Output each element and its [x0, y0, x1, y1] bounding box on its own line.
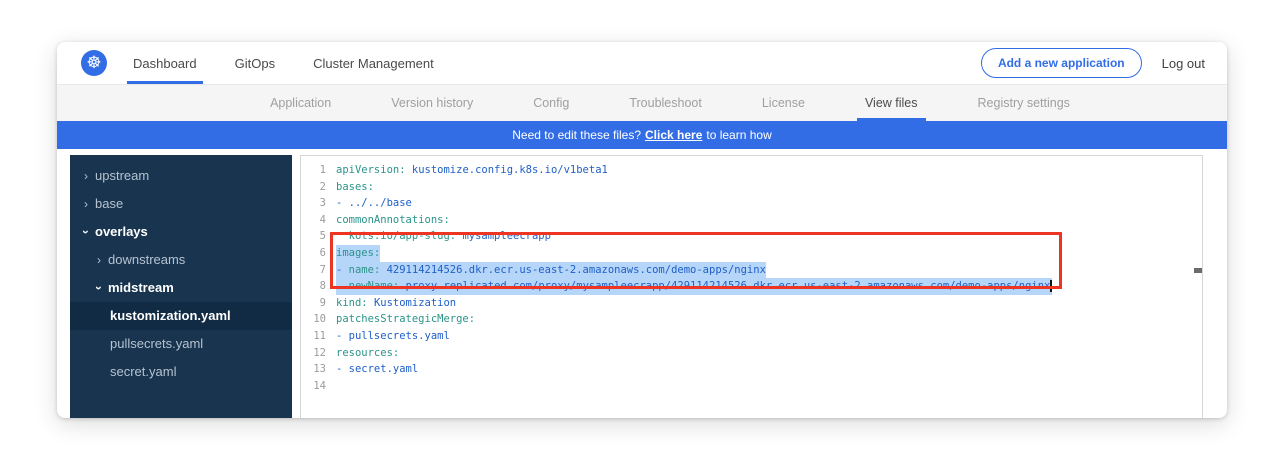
code-text: kind: Kustomization [336, 295, 456, 312]
chevron-right-icon: › [84, 190, 88, 218]
add-new-application-button[interactable]: Add a new application [981, 48, 1142, 78]
tree-file-kustomization-yaml[interactable]: kustomization.yaml [70, 302, 292, 330]
click-here-link[interactable]: Click here [645, 128, 702, 142]
view-files-content: ›upstream›base›overlays›downstreams›mids… [57, 149, 1227, 418]
line-number: 7 [301, 262, 326, 279]
line-number: 9 [301, 295, 326, 312]
tree-item-label: secret.yaml [110, 364, 176, 379]
line-number: 4 [301, 212, 326, 229]
line-number: 1 [301, 162, 326, 179]
banner-text-suffix: to learn how [706, 128, 771, 142]
edit-files-banner: Need to edit these files? Click here to … [57, 121, 1227, 149]
code-lines: 1 apiVersion: kustomize.config.k8s.io/v1b… [301, 156, 1202, 394]
admin-console-window: ☸ Dashboard GitOps Cluster Management Add … [57, 42, 1227, 418]
code-text: images: [336, 245, 380, 262]
code-line-5: 5 kots.io/app-slug: mysampleecrapp [301, 228, 1202, 245]
code-line-12: 12 resources: [301, 345, 1202, 362]
top-tab-gitops[interactable]: GitOps [229, 42, 281, 84]
chevron-right-icon: › [84, 162, 88, 190]
page-background: ☸ Dashboard GitOps Cluster Management Add … [0, 0, 1286, 476]
tree-item-label: midstream [108, 280, 174, 295]
tree-item-label: kustomization.yaml [110, 308, 231, 323]
top-nav-actions: Add a new application Log out [981, 42, 1227, 84]
chevron-down-icon: › [85, 286, 113, 290]
chevron-down-icon: › [72, 230, 100, 234]
kubernetes-logo-icon: ☸ [81, 50, 107, 76]
text-cursor [1050, 280, 1052, 292]
line-number: 5 [301, 228, 326, 245]
code-line-6: 6 images: [301, 245, 1202, 262]
code-text: patchesStrategicMerge: [336, 311, 475, 328]
logout-link[interactable]: Log out [1162, 56, 1205, 71]
scrollbar-thumb[interactable] [1194, 268, 1203, 273]
line-number: 2 [301, 179, 326, 196]
code-line-9: 9 kind: Kustomization [301, 295, 1202, 312]
code-line-14: 14 [301, 378, 1202, 395]
top-tab-cluster-management[interactable]: Cluster Management [307, 42, 440, 84]
tree-folder-midstream[interactable]: ›midstream [70, 274, 292, 302]
code-text: bases: [336, 179, 374, 196]
app-subnav-tabs: Application Version history Config Troubles… [240, 85, 1100, 121]
code-text: - pullsecrets.yaml [336, 328, 450, 345]
app-subnav: Application Version history Config Troubles… [57, 85, 1227, 121]
code-line-7: 7 - name: 429114214526.dkr.ecr.us-east-2.… [301, 262, 1202, 279]
line-number: 6 [301, 245, 326, 262]
code-line-3: 3 - ../../base [301, 195, 1202, 212]
subnav-tab-registry-settings[interactable]: Registry settings [970, 85, 1078, 121]
tree-file-pullsecrets-yaml[interactable]: pullsecrets.yaml [70, 330, 292, 358]
code-line-2: 2 bases: [301, 179, 1202, 196]
line-number: 3 [301, 195, 326, 212]
code-text: resources: [336, 345, 399, 362]
line-number: 14 [301, 378, 326, 395]
code-line-11: 11 - pullsecrets.yaml [301, 328, 1202, 345]
chevron-right-icon: › [97, 246, 101, 274]
code-line-10: 10 patchesStrategicMerge: [301, 311, 1202, 328]
subnav-tab-application[interactable]: Application [262, 85, 339, 121]
code-text: kots.io/app-slug: mysampleecrapp [336, 228, 551, 245]
code-text: commonAnnotations: [336, 212, 450, 229]
tree-item-label: upstream [95, 168, 149, 183]
line-number: 11 [301, 328, 326, 345]
file-tree: ›upstream›base›overlays›downstreams›mids… [70, 155, 292, 418]
tree-folder-downstreams[interactable]: › downstreams [70, 246, 292, 274]
code-editor[interactable]: 1 apiVersion: kustomize.config.k8s.io/v1b… [300, 155, 1203, 418]
code-text: newName: proxy.replicated.com/proxy/mysa… [336, 278, 1052, 295]
banner-text-prefix: Need to edit these files? [512, 128, 641, 142]
subnav-tab-troubleshoot[interactable]: Troubleshoot [621, 85, 710, 121]
tree-folder-overlays[interactable]: ›overlays [70, 218, 292, 246]
code-line-4: 4 commonAnnotations: [301, 212, 1202, 229]
code-line-8: 8 newName: proxy.replicated.com/proxy/my… [301, 278, 1202, 295]
line-number: 10 [301, 311, 326, 328]
subnav-tab-config[interactable]: Config [525, 85, 577, 121]
line-number: 13 [301, 361, 326, 378]
subnav-tab-version-history[interactable]: Version history [383, 85, 481, 121]
tree-item-label: base [95, 196, 123, 211]
top-nav-tabs: Dashboard GitOps Cluster Management [127, 42, 466, 84]
line-number: 12 [301, 345, 326, 362]
top-tab-dashboard[interactable]: Dashboard [127, 42, 203, 84]
tree-folder-upstream[interactable]: › upstream [70, 162, 292, 190]
tree-folder-base[interactable]: › base [70, 190, 292, 218]
tree-item-label: pullsecrets.yaml [110, 336, 203, 351]
code-line-13: 13 - secret.yaml [301, 361, 1202, 378]
top-nav: ☸ Dashboard GitOps Cluster Management Add … [57, 42, 1227, 85]
code-text: - secret.yaml [336, 361, 418, 378]
code-line-1: 1 apiVersion: kustomize.config.k8s.io/v1b… [301, 162, 1202, 179]
code-text: - name: 429114214526.dkr.ecr.us-east-2.a… [336, 262, 766, 279]
tree-file-secret-yaml[interactable]: secret.yaml [70, 358, 292, 386]
line-number: 8 [301, 278, 326, 295]
code-text: apiVersion: kustomize.config.k8s.io/v1be… [336, 162, 608, 179]
subnav-tab-view-files[interactable]: View files [857, 85, 926, 121]
code-text: - ../../base [336, 195, 412, 212]
tree-item-label: downstreams [108, 252, 185, 267]
tree-item-label: overlays [95, 224, 148, 239]
subnav-tab-license[interactable]: License [754, 85, 813, 121]
